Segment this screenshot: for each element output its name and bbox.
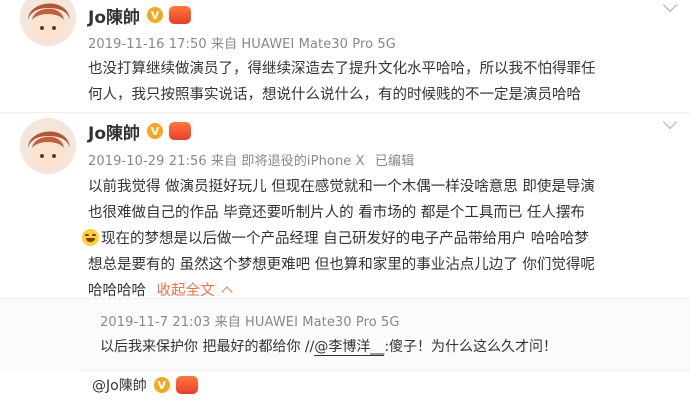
post-text: 现在的梦想是以后做一个产品经理 自己研发好的电子产品带给用户 哈哈哈梦 — [101, 231, 589, 247]
username[interactable]: Jo陳帥 — [88, 3, 140, 28]
divider — [80, 370, 690, 371]
rank-badge-icon — [175, 376, 198, 394]
verified-badge-icon: V — [147, 123, 164, 139]
chevron-down-icon[interactable] — [662, 114, 678, 130]
post-time[interactable]: 2019-11-16 17:50 — [88, 37, 207, 52]
post-text-line: 也很难做自己的作品 毕竟还要听制片人的 看市场的 都是个工具而已 任人摆布 — [88, 205, 585, 221]
verified-badge-icon: V — [153, 377, 170, 393]
post-2-body: 以前我觉得 做演员挺好玩儿 但现在感觉就和一个木偶一样没啥意思 即使是导演 也很… — [82, 174, 595, 304]
post-1-header: Jo陳帥 V — [88, 3, 192, 28]
post-time[interactable]: 2019-10-29 21:56 — [88, 154, 207, 169]
comment-text-part: :傻子！为什么这么久才问！ — [384, 339, 558, 355]
post-text-line: 以前我觉得 做演员挺好玩儿 但现在感觉就和一个木偶一样没啥意思 即使是导演 — [88, 179, 595, 195]
chevron-down-icon[interactable] — [662, 0, 678, 13]
post-2-meta: 2019-10-29 21:56 来自 即将退役的iPhone X 已编辑 — [88, 150, 414, 169]
edited-label[interactable]: 已编辑 — [375, 154, 414, 169]
avatar[interactable] — [20, 0, 76, 46]
divider — [0, 112, 690, 113]
bottom-mention: @Jo陳帥 V — [92, 373, 198, 397]
source-prefix: 来自 — [214, 315, 241, 330]
rank-badge-icon — [169, 6, 192, 24]
comment-text: 以后我来保护你 把最好的都给你 //@李博洋__:傻子！为什么这么久才问！ — [100, 334, 557, 360]
comment-text-part: 以后我来保护你 把最好的都给你 // — [100, 339, 315, 355]
laughing-emoji-icon — [82, 229, 99, 246]
mention-link[interactable]: @Jo陳帥 — [92, 375, 147, 395]
post-text-line: 想总是要有的 虽然这个梦想更难吧 但也算和家里的事业沾点儿边了 你们觉得呢 — [88, 257, 595, 273]
username[interactable]: Jo陳帥 — [88, 119, 140, 144]
post-2-header: Jo陳帥 V — [88, 119, 192, 144]
comment-source: HUAWEI Mate30 Pro 5G — [245, 315, 400, 330]
post-text: 哈哈哈哈 — [88, 283, 146, 299]
source-prefix: 来自 — [210, 154, 238, 169]
post-source: 即将退役的iPhone X — [241, 154, 365, 169]
source-prefix: 来自 — [210, 37, 238, 52]
post-text-line: 也没打算继续做演员了，得继续深造去了提升文化水平哈哈，所以我不怕得罪任 — [88, 61, 596, 77]
chevron-up-icon[interactable] — [221, 286, 233, 298]
post-text-line: 何人，我只按照事实说话，想说什么说什么，有的时候贱的不一定是演员哈哈 — [88, 87, 581, 103]
avatar[interactable] — [20, 118, 76, 174]
post-text-line-with-emoji: 现在的梦想是以后做一个产品经理 自己研发好的电子产品带给用户 哈哈哈梦 — [82, 226, 595, 252]
comment-meta: 2019-11-7 21:03 来自 HUAWEI Mate30 Pro 5G — [100, 311, 400, 330]
post-source: HUAWEI Mate30 Pro 5G — [241, 37, 396, 52]
rank-badge-icon — [169, 122, 192, 140]
collapse-link[interactable]: 收起全文 — [157, 283, 215, 299]
verified-badge-icon: V — [147, 7, 164, 23]
comment-time[interactable]: 2019-11-7 21:03 — [100, 315, 210, 330]
divider — [0, 298, 690, 299]
post-1-body: 也没打算继续做演员了，得继续深造去了提升文化水平哈哈，所以我不怕得罪任 何人，我… — [88, 56, 596, 108]
post-1-meta: 2019-11-16 17:50 来自 HUAWEI Mate30 Pro 5G — [88, 33, 396, 52]
mention-link[interactable]: @李博洋__ — [314, 339, 385, 356]
